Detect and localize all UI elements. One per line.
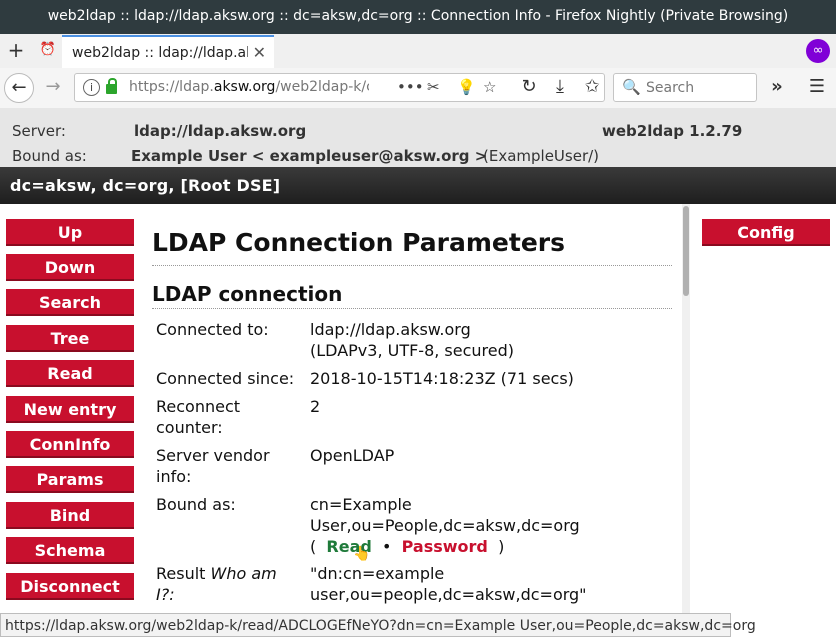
alarm-icon[interactable]: ⏰ <box>39 41 57 59</box>
server-vendor-label: Server vendor info: <box>156 446 270 486</box>
window-title: web2ldap :: ldap://ldap.aksw.org :: dc=a… <box>47 8 789 24</box>
tab-active[interactable]: web2ldap :: ldap://ldap.aksw ✕ <box>62 35 274 68</box>
private-browsing-icon: ∞ <box>806 39 830 63</box>
section-title: LDAP connection <box>152 282 343 306</box>
down-button[interactable]: Down <box>6 254 134 281</box>
connected-since-value: 2018-10-15T14:18:23Z (71 secs) <box>310 369 574 388</box>
divider <box>152 308 672 309</box>
web2ldap-header: Server: ldap://ldap.aksw.org web2ldap 1.… <box>0 108 836 167</box>
window-titlebar: web2ldap :: ldap://ldap.aksw.org :: dc=a… <box>0 0 836 34</box>
back-icon[interactable]: ← <box>4 73 34 103</box>
search-button[interactable]: Search <box>6 289 134 316</box>
download-icon[interactable]: ⤓ <box>549 76 571 98</box>
lightbulb-icon[interactable]: 💡 <box>457 78 476 96</box>
dn-text[interactable]: dc=aksw, dc=org, [Root DSE] <box>10 176 280 195</box>
server-value: ldap://ldap.aksw.org <box>134 122 307 140</box>
dn-breadcrumb: dc=aksw, dc=org, [Root DSE] <box>0 167 836 204</box>
close-tab-icon[interactable]: ✕ <box>253 43 266 62</box>
new-tab-icon[interactable]: + <box>7 40 25 60</box>
status-bar: https://ldap.aksw.org/web2ldap-k/read/AD… <box>0 613 756 637</box>
page-actions-icon[interactable]: ••• <box>397 78 424 96</box>
new-entry-button[interactable]: New entry <box>6 396 134 423</box>
whoami-value: "dn:cn=example user,ou=people,dc=aksw,dc=… <box>310 564 587 604</box>
read-button[interactable]: Read <box>6 360 134 387</box>
menu-icon[interactable]: ☰ <box>806 76 828 98</box>
bind-button[interactable]: Bind <box>6 502 134 529</box>
params-button[interactable]: Params <box>6 466 134 493</box>
overflow-chevron-icon[interactable]: » <box>766 76 788 98</box>
reconnect-counter-label: Reconnect counter: <box>156 397 241 437</box>
config-button[interactable]: Config <box>702 219 830 246</box>
page-title: LDAP Connection Parameters <box>152 228 565 257</box>
connected-since-label: Connected since: <box>156 369 295 388</box>
connected-to-value: ldap://ldap.aksw.org (LDAPv3, UTF-8, secu… <box>310 320 515 360</box>
version-label: web2ldap 1.2.79 <box>602 122 743 140</box>
reconnect-counter-value: 2 <box>310 397 321 416</box>
server-vendor-value: OpenLDAP <box>310 446 395 465</box>
forward-icon[interactable]: → <box>42 76 64 98</box>
scrollbar-thumb[interactable] <box>683 206 689 296</box>
connected-to-label: Connected to: <box>156 320 269 339</box>
bound-as-label: Bound as: <box>156 495 236 514</box>
search-icon: 🔍 <box>622 78 641 96</box>
whoami-label: Result Who am I?: <box>156 564 277 604</box>
server-label: Server: <box>12 122 66 140</box>
status-url: https://ldap.aksw.org/web2ldap-k/read/AD… <box>5 618 756 634</box>
up-button[interactable]: Up <box>6 219 134 246</box>
bound-extra: (ExampleUser/) <box>483 147 600 165</box>
info-icon[interactable]: i <box>83 79 100 96</box>
library-icon[interactable]: ✩ <box>581 76 603 98</box>
url-text[interactable]: https://ldap.aksw.org/web2ldap-k/c <box>129 79 369 95</box>
bound-user[interactable]: Example User < exampleuser@aksw.org > <box>131 147 487 165</box>
screenshot-icon[interactable]: ✂ <box>427 78 440 96</box>
password-link[interactable]: Password <box>402 537 488 556</box>
divider <box>152 265 672 266</box>
hand-cursor-icon: 👆 <box>353 546 371 562</box>
search-placeholder: Search <box>646 80 695 96</box>
lock-icon[interactable] <box>106 78 117 94</box>
bound-label: Bound as: <box>12 147 87 165</box>
schema-button[interactable]: Schema <box>6 537 134 564</box>
conninfo-button[interactable]: ConnInfo <box>6 431 134 458</box>
tree-button[interactable]: Tree <box>6 325 134 352</box>
bookmark-star-icon[interactable]: ☆ <box>483 78 496 96</box>
search-input[interactable]: 🔍 Search <box>613 73 757 102</box>
reload-icon[interactable]: ↻ <box>518 76 540 98</box>
disconnect-button[interactable]: Disconnect <box>6 573 134 600</box>
tab-label: web2ldap :: ldap://ldap.aksw <box>72 45 248 61</box>
